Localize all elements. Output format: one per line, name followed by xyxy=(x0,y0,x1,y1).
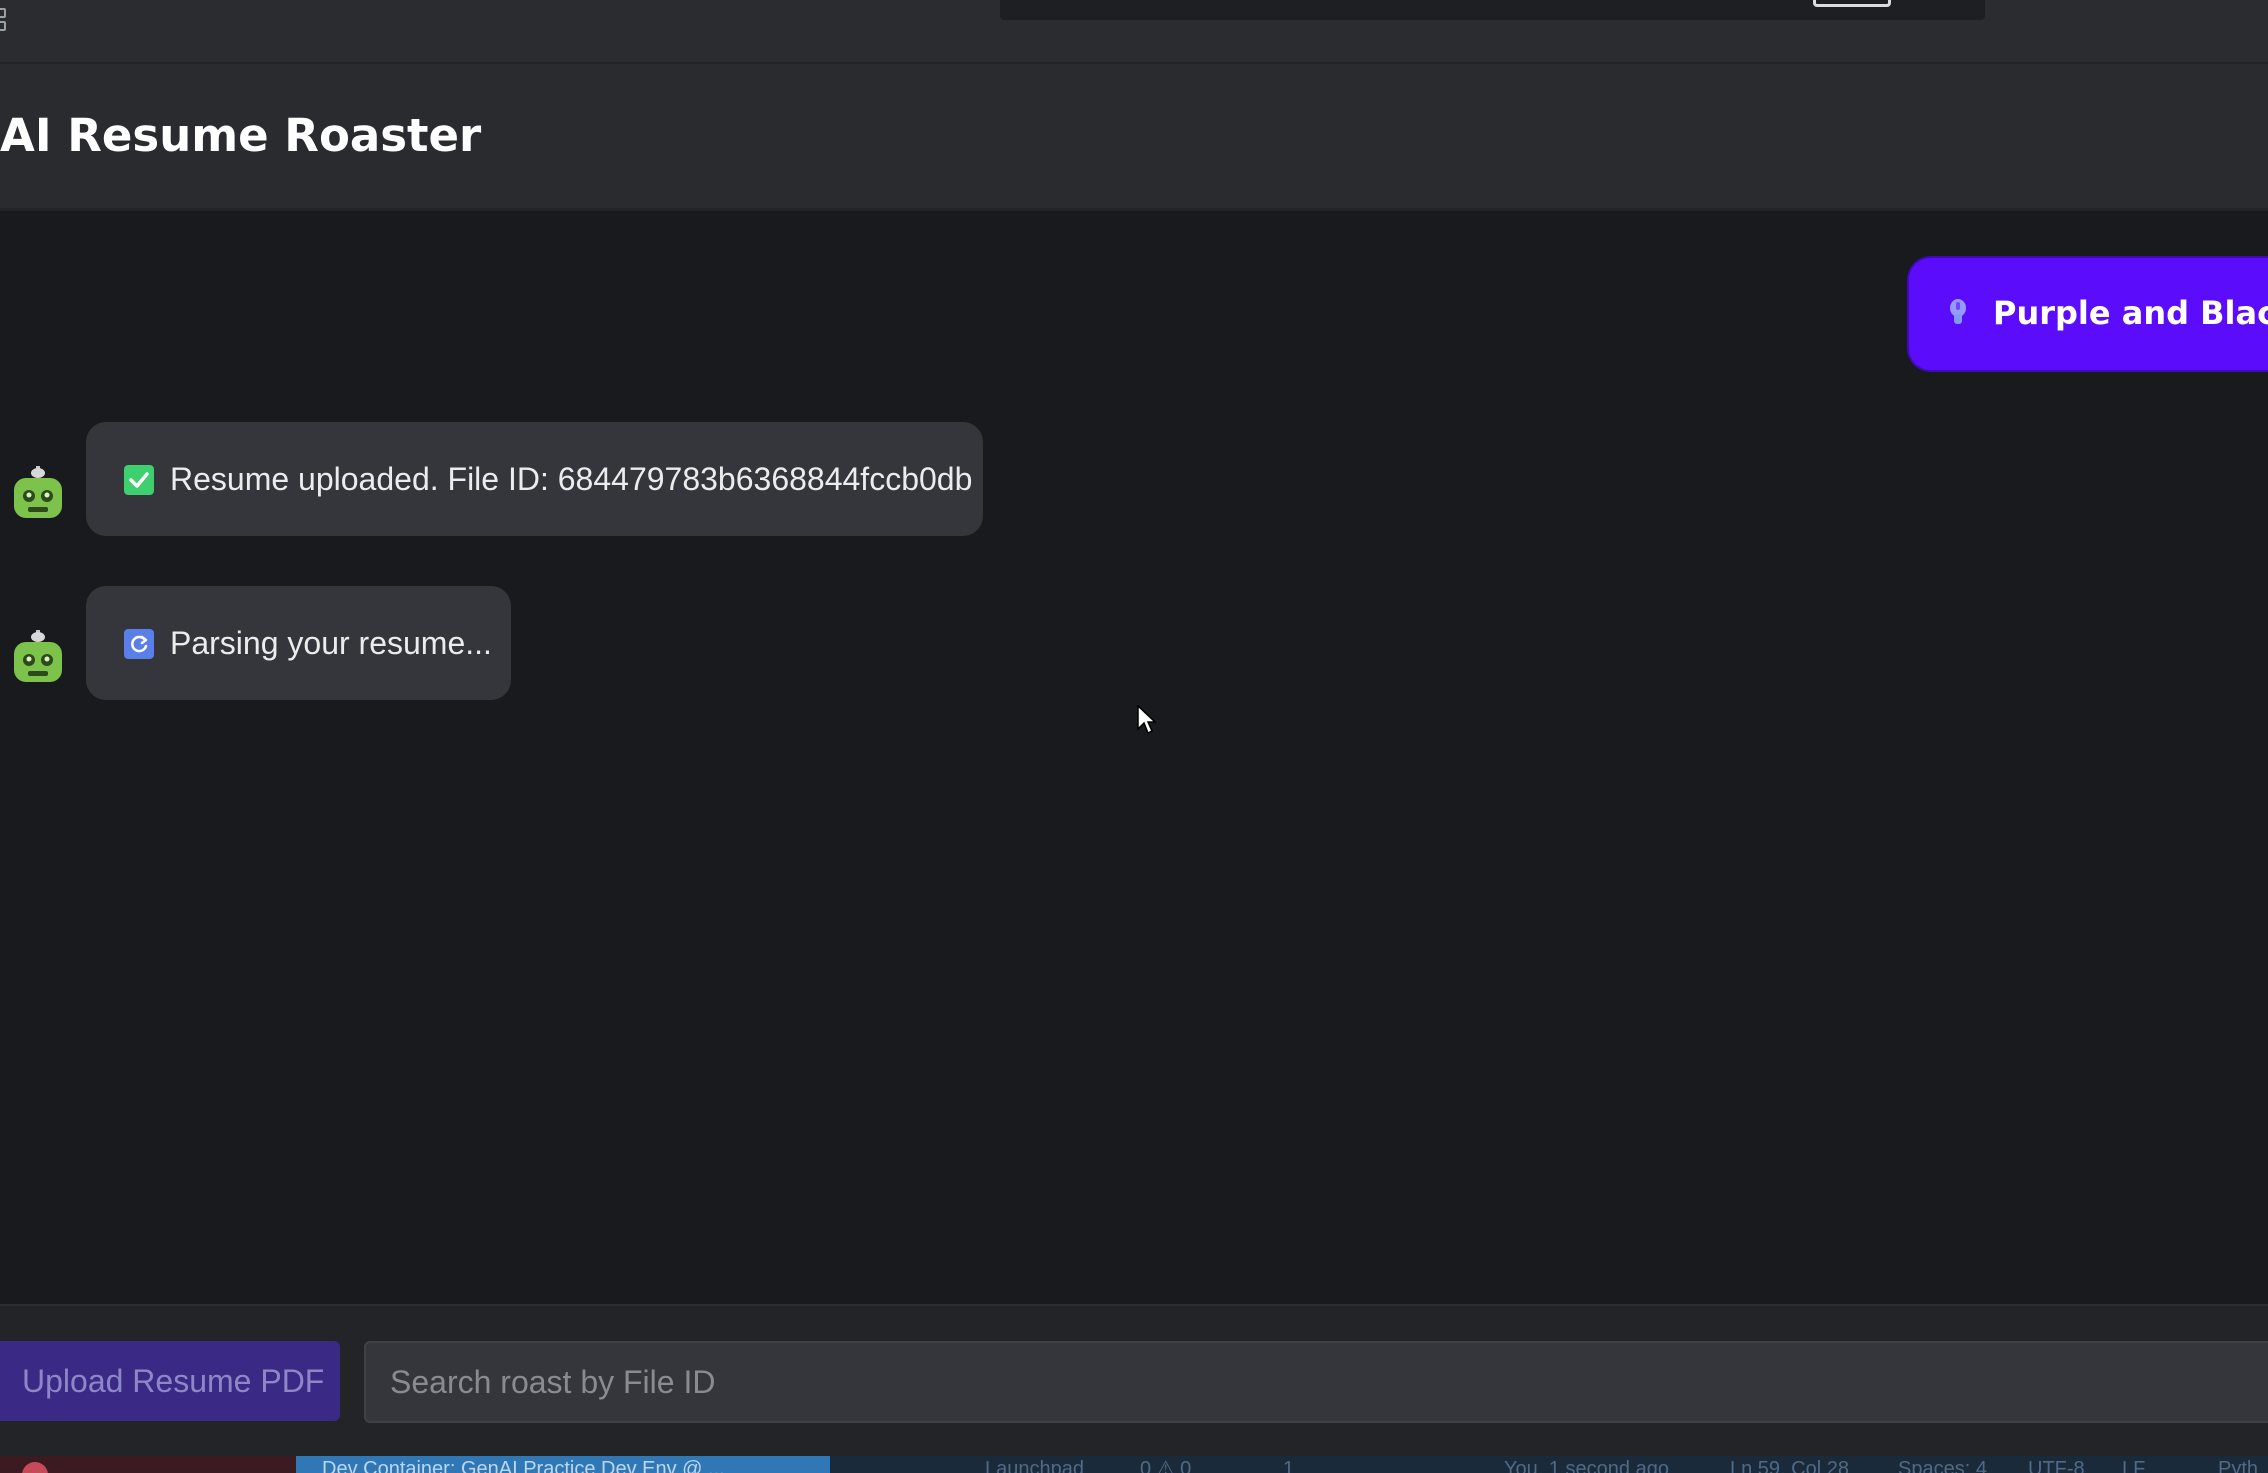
status-ports[interactable]: 1 xyxy=(1283,1456,1294,1473)
message-text: Parsing your resume... xyxy=(170,625,492,661)
status-cursor-position[interactable]: Ln 59, Col 28 xyxy=(1730,1456,1849,1473)
robot-icon xyxy=(14,630,62,682)
upload-resume-button[interactable]: Upload Resume PDF xyxy=(0,1341,340,1421)
status-encoding[interactable]: UTF-8 xyxy=(2028,1456,2085,1473)
user-message-bubble: Purple and Black M xyxy=(1909,258,2268,370)
status-indentation[interactable]: Spaces: 4 xyxy=(1898,1456,1987,1473)
dev-container-indicator[interactable]: Dev Container: GenAI Practice Dev Env @ … xyxy=(296,1456,830,1473)
screen-share-button[interactable] xyxy=(1813,0,1891,7)
message-bubble: Resume uploaded. File ID: 684479783b6368… xyxy=(86,422,983,536)
account-icon xyxy=(22,1462,48,1473)
input-bar: Upload Resume PDF xyxy=(0,1304,2268,1458)
status-launchpad[interactable]: Launchpad xyxy=(985,1456,1084,1473)
search-input[interactable] xyxy=(364,1341,2268,1423)
message-text: Resume uploaded. File ID: 684479783b6368… xyxy=(170,461,973,497)
page-title: AI Resume Roaster xyxy=(0,109,482,162)
chat-area[interactable]: Purple and Black M Resume uploaded. File… xyxy=(0,211,2268,1304)
status-language[interactable]: Pyth xyxy=(2218,1456,2258,1473)
screen-share-bar xyxy=(1000,0,1985,20)
grid-icon[interactable] xyxy=(0,8,14,36)
check-box-icon xyxy=(124,465,154,495)
status-bar: Dev Container: GenAI Practice Dev Env @ … xyxy=(0,1456,2268,1473)
mouse-cursor-icon xyxy=(1137,705,1156,735)
pin-icon xyxy=(1950,299,1966,324)
app-header: AI Resume Roaster xyxy=(0,64,2268,211)
status-problems[interactable]: 0 ⚠ 0 xyxy=(1140,1456,1191,1473)
app-window: AI Resume Roaster Purple and Black M xyxy=(0,0,2268,1473)
user-message-text: Purple and Black M xyxy=(1993,294,2268,332)
browser-toolbar xyxy=(0,0,2268,64)
robot-icon xyxy=(14,466,62,518)
message-bubble: Parsing your resume... xyxy=(86,586,511,700)
status-blame[interactable]: You, 1 second ago xyxy=(1504,1456,1669,1473)
remote-indicator[interactable] xyxy=(0,1456,296,1473)
refresh-icon xyxy=(124,629,154,659)
status-eol[interactable]: LF xyxy=(2122,1456,2145,1473)
